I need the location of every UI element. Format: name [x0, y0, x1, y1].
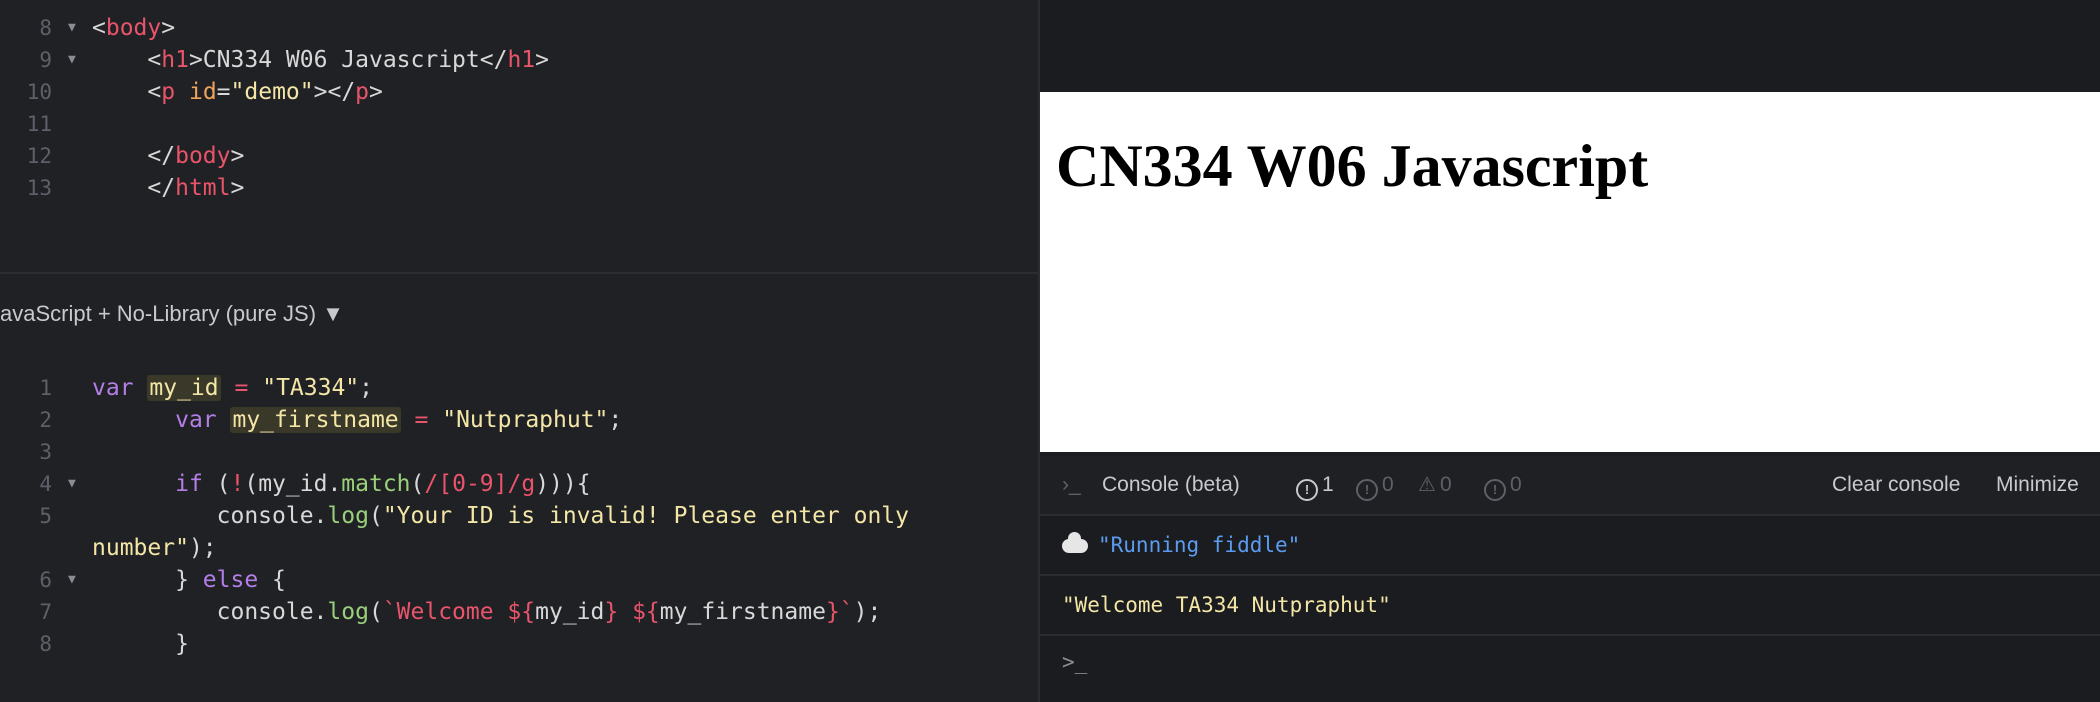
- code-line[interactable]: 2 var my_firstname = "Nutpraphut";: [0, 404, 1038, 436]
- code-text: <body>: [92, 15, 176, 41]
- code-text: if (!(my_id.match(/[0-9]/g))){: [175, 471, 591, 497]
- console-toolbar: ›_ Console (beta) ! 1 ! 0 ⚠ 0 ! 0 Clear cons…: [1040, 456, 2100, 516]
- code-text: } else {: [92, 567, 286, 593]
- code-text: var my_firstname = "Nutpraphut";: [175, 407, 623, 433]
- code-line[interactable]: 3: [0, 436, 1038, 468]
- js-language-selector[interactable]: avaScript + No-Library (pure JS) ▼: [0, 296, 344, 332]
- code-line[interactable]: 1 var my_id = "TA334";: [0, 372, 1038, 404]
- info-icon: !: [1484, 479, 1506, 501]
- code-line[interactable]: 11: [0, 108, 1038, 140]
- line-number: 5: [39, 504, 52, 528]
- code-line[interactable]: 10 <p id="demo"></p>: [0, 76, 1038, 108]
- line-number: 3: [39, 440, 52, 464]
- editor-column: 8 ▼ <body> 9 ▼ <h1>CN334 W06 Javascript</h1>…: [0, 0, 1038, 702]
- cloud-icon: [1062, 532, 1088, 553]
- error-icon: !: [1296, 479, 1318, 501]
- code-line[interactable]: 5 console.log("Your ID is invalid! Pleas…: [0, 500, 1038, 532]
- code-text: }: [92, 631, 189, 657]
- code-text: <p id="demo"></p>: [92, 79, 383, 105]
- pane-divider[interactable]: [0, 272, 1038, 274]
- log-text: "Running fiddle": [1098, 533, 1301, 557]
- result-preview: CN334 W06 Javascript: [1040, 92, 2100, 452]
- code-text: <h1>CN334 W06 Javascript</h1>: [92, 47, 550, 73]
- line-number: 1: [39, 376, 52, 400]
- line-number: 9: [39, 48, 52, 72]
- console-title: Console (beta): [1102, 473, 1240, 496]
- alert-count[interactable]: ⚠ 0: [1418, 456, 1452, 514]
- code-text: </html>: [92, 175, 245, 201]
- code-line[interactable]: 13 </html>: [0, 172, 1038, 204]
- line-number: 7: [39, 600, 52, 624]
- info-count[interactable]: ! 0: [1484, 456, 1522, 514]
- alert-icon: !: [1356, 479, 1378, 501]
- fold-arrow-icon[interactable]: ▼: [68, 12, 76, 44]
- output-column: CN334 W06 Javascript ›_ Console (beta) !…: [1040, 0, 2100, 702]
- clear-console-button[interactable]: Clear console: [1832, 456, 1960, 514]
- line-number: 10: [26, 80, 52, 104]
- line-number: 6: [39, 568, 52, 592]
- console-log-entry: "Running fiddle": [1040, 516, 2100, 576]
- code-text: </body>: [92, 143, 245, 169]
- line-number: 12: [26, 144, 52, 168]
- code-line[interactable]: 8 }: [0, 628, 1038, 660]
- code-line[interactable]: 9 ▼ <h1>CN334 W06 Javascript</h1>: [0, 44, 1038, 76]
- code-text: var my_id = "TA334";: [92, 375, 374, 401]
- preview-heading: CN334 W06 Javascript: [1056, 133, 1649, 199]
- code-text: console.log("Your ID is invalid! Please …: [92, 503, 910, 529]
- line-number: 8: [39, 632, 52, 656]
- code-line[interactable]: 7 console.log(`Welcome ${my_id} ${my_fir…: [0, 596, 1038, 628]
- line-number: 8: [39, 16, 52, 40]
- fold-arrow-icon[interactable]: ▼: [68, 564, 76, 596]
- console-input[interactable]: >_: [1062, 650, 1087, 674]
- error-count[interactable]: ! 1: [1296, 456, 1334, 514]
- code-line[interactable]: 12 </body>: [0, 140, 1038, 172]
- line-number: 2: [39, 408, 52, 432]
- warning-triangle-icon: ⚠: [1418, 474, 1436, 496]
- fold-arrow-icon[interactable]: ▼: [68, 468, 76, 500]
- code-text: console.log(`Welcome ${my_id} ${my_first…: [92, 599, 882, 625]
- code-line[interactable]: number");: [0, 532, 1038, 564]
- warning-count[interactable]: ! 0: [1356, 456, 1394, 514]
- fold-arrow-icon[interactable]: ▼: [68, 44, 76, 76]
- minimize-button[interactable]: Minimize: [1996, 456, 2079, 514]
- log-text: "Welcome TA334 Nutpraphut": [1062, 593, 1391, 617]
- line-number: 11: [26, 112, 52, 136]
- code-line[interactable]: 6 ▼ } else {: [0, 564, 1038, 596]
- line-number: 4: [39, 472, 52, 496]
- js-editor[interactable]: 1 var my_id = "TA334"; 2 var my_firstname …: [0, 360, 1038, 702]
- terminal-icon: ›_: [1062, 473, 1081, 496]
- code-line[interactable]: 4 ▼ if (!(my_id.match(/[0-9]/g))){: [0, 468, 1038, 500]
- code-line[interactable]: 8 ▼ <body>: [0, 12, 1038, 44]
- line-number: 13: [26, 176, 52, 200]
- console-log-entry: "Welcome TA334 Nutpraphut": [1040, 576, 2100, 636]
- code-text: number");: [92, 535, 217, 561]
- html-editor[interactable]: 8 ▼ <body> 9 ▼ <h1>CN334 W06 Javascript</h1>…: [0, 0, 1038, 272]
